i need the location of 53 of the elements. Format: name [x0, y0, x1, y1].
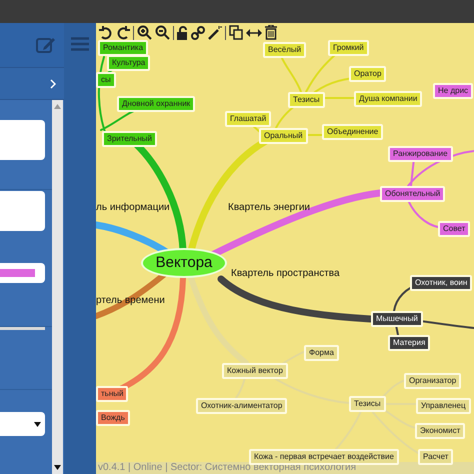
mind-map-node[interactable]: Кожа - первая встречает воздействие — [249, 449, 399, 465]
mind-map-node[interactable]: Управленец — [416, 398, 471, 414]
mind-map-node[interactable]: Тезисы — [349, 396, 386, 412]
mind-map-node[interactable]: Совет — [438, 221, 470, 237]
mind-map-node[interactable]: Глашатай — [225, 111, 272, 127]
mind-map-node[interactable]: Организатор — [404, 373, 462, 389]
mind-map-node[interactable]: Ранжирование — [388, 146, 453, 162]
mind-map-node[interactable]: Форма — [304, 345, 339, 361]
mind-map-node[interactable]: Охотник-алиментатор — [196, 398, 288, 414]
branch-label[interactable]: Квартель энергии — [228, 203, 310, 213]
scrollbar[interactable] — [52, 100, 63, 474]
mind-map-node[interactable]: Культура — [107, 55, 150, 71]
zoom-in-icon[interactable] — [137, 25, 152, 40]
mind-map-node[interactable]: Объединение — [322, 124, 384, 140]
mind-map-node[interactable]: Оральный — [259, 128, 308, 144]
scroll-down-icon[interactable] — [54, 465, 61, 470]
zoom-out-icon[interactable] — [155, 25, 170, 40]
mind-map-node[interactable]: Душа компании — [354, 91, 422, 107]
double-arrow-icon[interactable] — [246, 28, 262, 36]
mind-map-node[interactable]: Зрительный — [102, 131, 157, 147]
mind-map-node[interactable]: Охотник, воин — [410, 275, 472, 291]
branch-label[interactable]: Квартель пространства — [231, 269, 340, 279]
mind-map-node[interactable]: тьный — [96, 386, 128, 402]
root-node[interactable]: Вектора — [141, 248, 227, 278]
undo-icon[interactable] — [99, 26, 113, 40]
mind-map-node[interactable]: Громкий — [328, 40, 369, 56]
trash-icon[interactable] — [265, 25, 277, 40]
mind-map-node[interactable]: Не дрис — [433, 83, 474, 99]
mind-map-node[interactable]: Кожный вектор — [222, 363, 288, 379]
slider-track[interactable] — [0, 327, 45, 330]
mind-map-node[interactable]: Весёлый — [263, 42, 306, 58]
branch-label[interactable]: ль информации — [96, 203, 170, 213]
magic-wand-icon[interactable] — [208, 26, 222, 40]
mind-map-node[interactable]: Романтика — [98, 40, 148, 56]
mind-map-node[interactable]: Мышечный — [371, 311, 423, 327]
mind-map-node[interactable]: Обонятельный — [380, 186, 446, 202]
mind-map-node[interactable]: Тезисы — [288, 92, 325, 108]
dropdown[interactable] — [0, 412, 45, 436]
link-icon[interactable] — [191, 26, 205, 40]
mind-map-node[interactable]: Экономист — [415, 423, 466, 439]
mind-map-node[interactable]: Материя — [388, 335, 430, 351]
chevron-right-icon[interactable] — [50, 78, 56, 88]
lock-icon[interactable] — [177, 26, 188, 40]
redo-icon[interactable] — [116, 26, 130, 40]
color-field[interactable] — [0, 263, 45, 283]
mind-map-node[interactable]: Вождь — [96, 410, 130, 426]
branch-label[interactable]: ртель времени — [96, 296, 165, 306]
mind-map-node[interactable]: Расчет — [418, 449, 454, 465]
mind-map-node[interactable]: Оратор — [349, 66, 386, 82]
mind-map-node[interactable]: сы — [96, 72, 116, 88]
caret-down-icon — [34, 422, 41, 426]
mind-map-node[interactable]: Дновной охранник — [117, 96, 196, 112]
copy-icon[interactable] — [229, 25, 243, 40]
